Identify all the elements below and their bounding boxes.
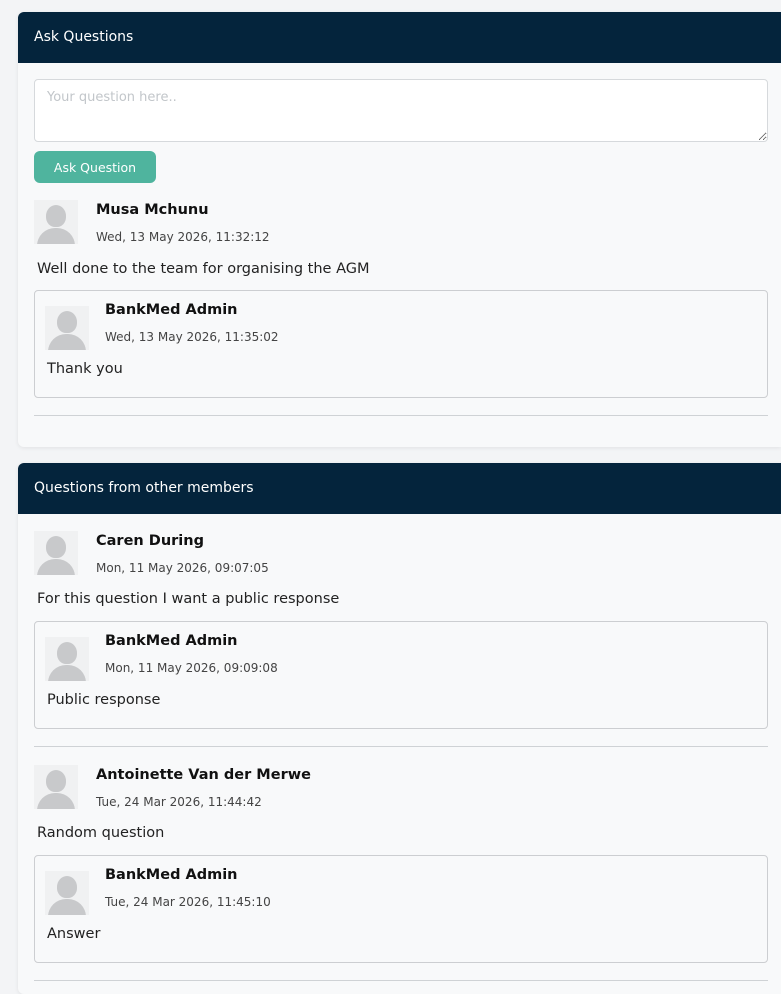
user-avatar-icon: [34, 200, 78, 244]
admin-reply: BankMed Admin Tue, 24 Mar 2026, 11:45:10…: [34, 855, 768, 963]
question-author: Antoinette Van der Merwe: [96, 767, 311, 783]
admin-reply: BankMed Admin Mon, 11 May 2026, 09:09:08…: [34, 621, 768, 729]
reply-text: Public response: [47, 692, 161, 708]
admin-avatar-icon: [45, 306, 89, 350]
question-text: For this question I want a public respon…: [37, 591, 340, 607]
ask-question-button[interactable]: Ask Question: [34, 151, 156, 183]
other-questions-card: Questions from other members Caren Durin…: [18, 463, 781, 994]
question-item: Musa Mchunu Wed, 13 May 2026, 11:32:12 W…: [34, 200, 768, 400]
question-date: Mon, 11 May 2026, 09:07:05: [96, 561, 269, 575]
ask-questions-card: Ask Questions Ask Question Musa Mchunu W…: [18, 12, 781, 447]
ask-questions-header: Ask Questions: [18, 12, 781, 63]
reply-author: BankMed Admin: [105, 867, 238, 883]
user-avatar-icon: [34, 765, 78, 809]
admin-avatar-icon: [45, 871, 89, 915]
divider: [34, 980, 768, 981]
reply-author: BankMed Admin: [105, 633, 238, 649]
reply-author: BankMed Admin: [105, 302, 238, 318]
question-text: Well done to the team for organising the…: [37, 261, 370, 277]
other-questions-header: Questions from other members: [18, 463, 781, 514]
admin-reply: BankMed Admin Wed, 13 May 2026, 11:35:02…: [34, 290, 768, 398]
user-avatar-icon: [34, 531, 78, 575]
reply-text: Thank you: [47, 361, 123, 377]
question-text: Random question: [37, 825, 165, 841]
admin-avatar-icon: [45, 637, 89, 681]
question-input[interactable]: [34, 79, 768, 142]
divider: [34, 415, 768, 416]
reply-date: Mon, 11 May 2026, 09:09:08: [105, 661, 278, 675]
question-item: Antoinette Van der Merwe Tue, 24 Mar 202…: [34, 765, 768, 965]
question-date: Tue, 24 Mar 2026, 11:44:42: [96, 795, 262, 809]
question-author: Caren During: [96, 533, 204, 549]
question-item: Caren During Mon, 11 May 2026, 09:07:05 …: [34, 531, 768, 731]
divider: [34, 746, 768, 747]
question-author: Musa Mchunu: [96, 202, 209, 218]
question-date: Wed, 13 May 2026, 11:32:12: [96, 230, 270, 244]
reply-text: Answer: [47, 926, 101, 942]
reply-date: Wed, 13 May 2026, 11:35:02: [105, 330, 279, 344]
reply-date: Tue, 24 Mar 2026, 11:45:10: [105, 895, 271, 909]
